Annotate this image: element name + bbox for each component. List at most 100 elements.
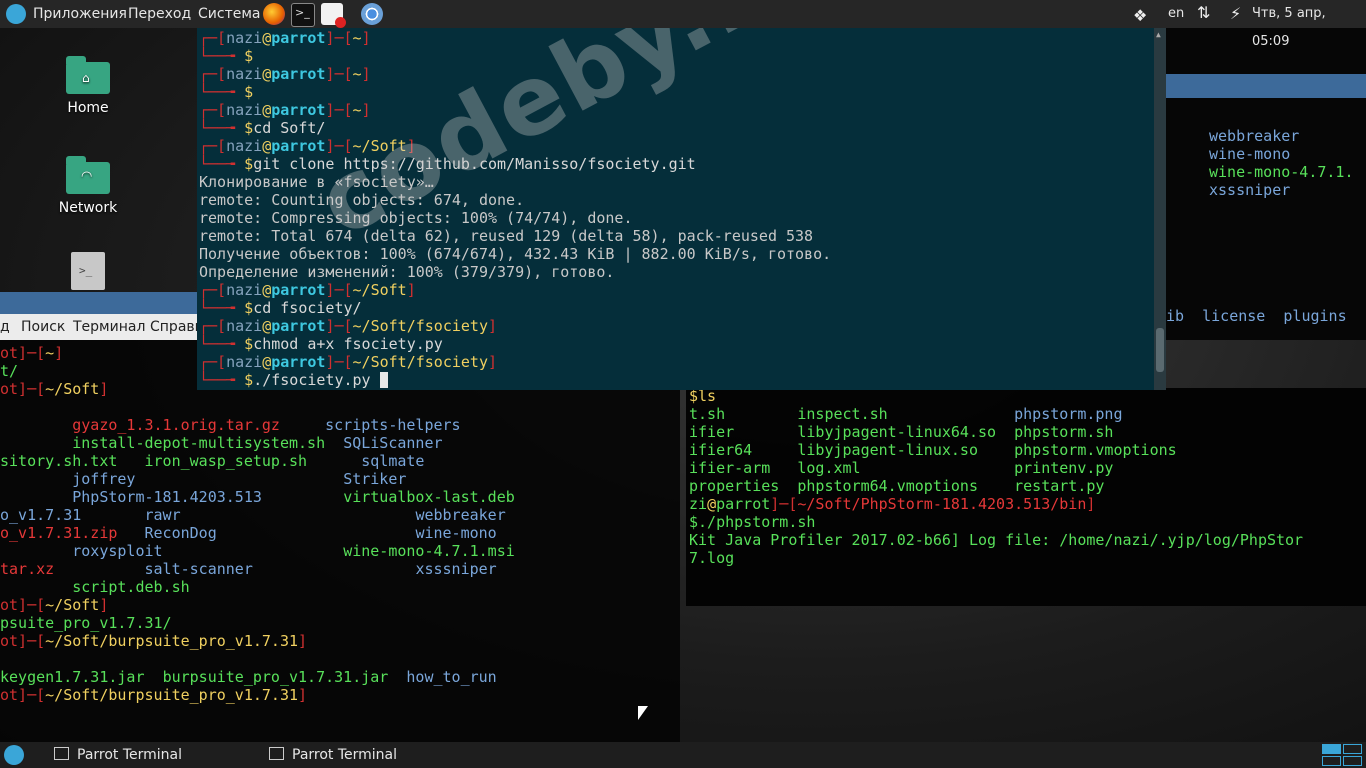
terminal-text: ot]─[: [0, 380, 46, 398]
chromium-icon[interactable]: [361, 3, 383, 25]
terminal-text: burpsuite_pro_v1.7.31.jar: [162, 668, 389, 686]
terminal-text: wine-mono: [415, 524, 497, 542]
terminal-output[interactable]: ┌─[nazi@parrot]─[~] └──╼ $ ┌─[nazi@parrot]…: [199, 28, 1149, 390]
taskbar-item-parrot-terminal-2[interactable]: Parrot Terminal: [269, 742, 397, 768]
terminal-output[interactable]: webbreaker wine-mono wine-mono-4.7.1. xsssn…: [1209, 126, 1366, 216]
menu-terminal[interactable]: Терминал: [73, 314, 145, 340]
terminal-text: roxysploit: [72, 542, 163, 560]
terminal-line: Получение объектов: 100% (674/674), 432.…: [199, 244, 831, 264]
scrollbar[interactable]: ▲: [1154, 28, 1166, 390]
terminal-output[interactable]: $ls t.sh inspect.sh phpstorm.png ifier lib…: [689, 388, 1366, 606]
terminal-text: ifier: [689, 423, 735, 441]
terminal-line: PhpStorm-181.4203.513 virtualbox-last.de…: [0, 487, 515, 507]
terminal-line: 7.log: [689, 548, 734, 568]
terminal-line: ┌─[nazi@parrot]─[~/Soft]: [199, 136, 416, 156]
terminal-line: install-depot-multisystem.sh SQLiScanner: [0, 433, 442, 453]
terminal-text: ib license plugins: [1166, 307, 1347, 325]
terminal-text: webbreaker: [415, 506, 506, 524]
parrot-menu-icon[interactable]: [4, 745, 24, 765]
workspace-1[interactable]: [1322, 744, 1341, 754]
clock[interactable]: Чтв, 5 апр, 05:09: [1252, 0, 1366, 49]
scrollbar-up-arrow-icon[interactable]: ▲: [1156, 30, 1161, 39]
terminal-line: wine-mono: [1209, 144, 1290, 164]
terminal-output[interactable]: ot]─[~] t/ot]─[~/Soft] gyazo_1.3.1.orig.t…: [0, 343, 680, 742]
terminal-text: t/: [0, 362, 19, 380]
terminal-text: ot]─[: [0, 686, 46, 704]
battery-icon[interactable]: ⚡: [1230, 4, 1241, 23]
scrollbar-thumb[interactable]: [1156, 328, 1164, 372]
terminal-text: ┌─[: [199, 317, 227, 335]
terminal-line: └──╼ $: [199, 46, 253, 66]
top-panel: Приложения Переход Система >_ ❖ en ⇅ ⚡ Ч…: [0, 0, 1366, 49]
desktop-icon-home[interactable]: ⌂ Home: [33, 56, 143, 116]
network-icon[interactable]: ⇅: [1197, 3, 1210, 22]
terminal-window-top-right[interactable]: webbreaker wine-mono wine-mono-4.7.1. xsssn…: [1166, 28, 1366, 340]
workspace-3[interactable]: [1322, 756, 1341, 766]
terminal-text: phpstorm.vmoptions: [1014, 441, 1177, 459]
taskbar-item-parrot-terminal-1[interactable]: Parrot Terminal: [54, 742, 182, 768]
terminal-text: $: [244, 83, 254, 101]
keyboard-layout-indicator[interactable]: en: [1168, 0, 1184, 28]
terminal-text: └──╼: [199, 119, 245, 137]
terminal-line: └──╼ $cd Soft/: [199, 118, 325, 138]
terminal-line: joffrey Striker: [0, 469, 406, 489]
workspace-4[interactable]: [1343, 756, 1362, 766]
terminal-text: log.xml: [797, 459, 861, 477]
terminal-text: parrot: [271, 29, 326, 47]
terminal-text: ]─[: [325, 29, 353, 47]
terminal-text: install-depot-multisystem.sh: [72, 434, 326, 452]
terminal-line: webbreaker: [1209, 126, 1299, 146]
terminal-text: └──╼: [199, 47, 245, 65]
script-file-icon[interactable]: >_: [71, 252, 105, 290]
terminal-text: ~/Soft: [352, 281, 407, 299]
mouse-cursor-icon: [638, 706, 648, 720]
terminal-text: cd fsociety/: [253, 299, 362, 317]
desktop-icon-network[interactable]: ◠ Network: [33, 156, 143, 216]
terminal-line: psuite_pro_v1.7.31/: [0, 613, 172, 633]
terminal-text: inspect.sh: [797, 405, 888, 423]
dropbox-icon[interactable]: ❖: [1133, 6, 1147, 25]
terminal-text: ]: [99, 380, 109, 398]
text-editor-icon[interactable]: [321, 3, 346, 28]
text-cursor: [379, 372, 388, 388]
terminal-text: keygen1.7.31.jar: [0, 668, 145, 686]
terminal-text: ot]─[: [0, 596, 46, 614]
terminal-text: parrot: [271, 317, 326, 335]
workspace-2[interactable]: [1343, 744, 1362, 754]
parrot-menu-icon[interactable]: [6, 4, 26, 24]
firefox-icon[interactable]: [263, 3, 285, 25]
terminal-text: cd Soft/: [253, 119, 326, 137]
terminal-text: ┌─[: [199, 281, 227, 299]
terminal-text: joffrey: [72, 470, 136, 488]
terminal-text: libyjpagent-linux.so: [797, 441, 978, 459]
titlebar[interactable]: [1166, 74, 1366, 98]
terminal-icon[interactable]: >_: [291, 3, 315, 27]
desktop-icon-label: Home: [67, 100, 109, 116]
terminal-output-footer[interactable]: ib license plugins: [1166, 306, 1366, 326]
terminal-line: $./phpstorm.sh: [689, 512, 815, 532]
terminal-window-main[interactable]: ┌─[nazi@parrot]─[~] └──╼ $ ┌─[nazi@parrot]…: [197, 28, 1166, 390]
terminal-text: o_v1.7.31.zip: [0, 524, 118, 542]
menu-edit[interactable]: д: [0, 314, 10, 340]
terminal-text: ]: [361, 65, 371, 83]
terminal-text: sqlmate: [361, 452, 425, 470]
terminal-window-right[interactable]: $ls t.sh inspect.sh phpstorm.png ifier lib…: [686, 388, 1366, 606]
terminal-text: ]─[: [770, 495, 798, 513]
terminal-text: nazi: [226, 101, 263, 119]
menu-places[interactable]: Переход: [128, 0, 191, 28]
menu-search[interactable]: Поиск: [21, 314, 65, 340]
terminal-text: ~: [352, 29, 362, 47]
menu-system[interactable]: Система: [198, 0, 260, 28]
terminal-text: ]: [298, 686, 308, 704]
terminal-text: └──╼: [199, 83, 245, 101]
workspace-switcher[interactable]: [1322, 744, 1364, 766]
menu-applications[interactable]: Приложения: [33, 0, 127, 28]
